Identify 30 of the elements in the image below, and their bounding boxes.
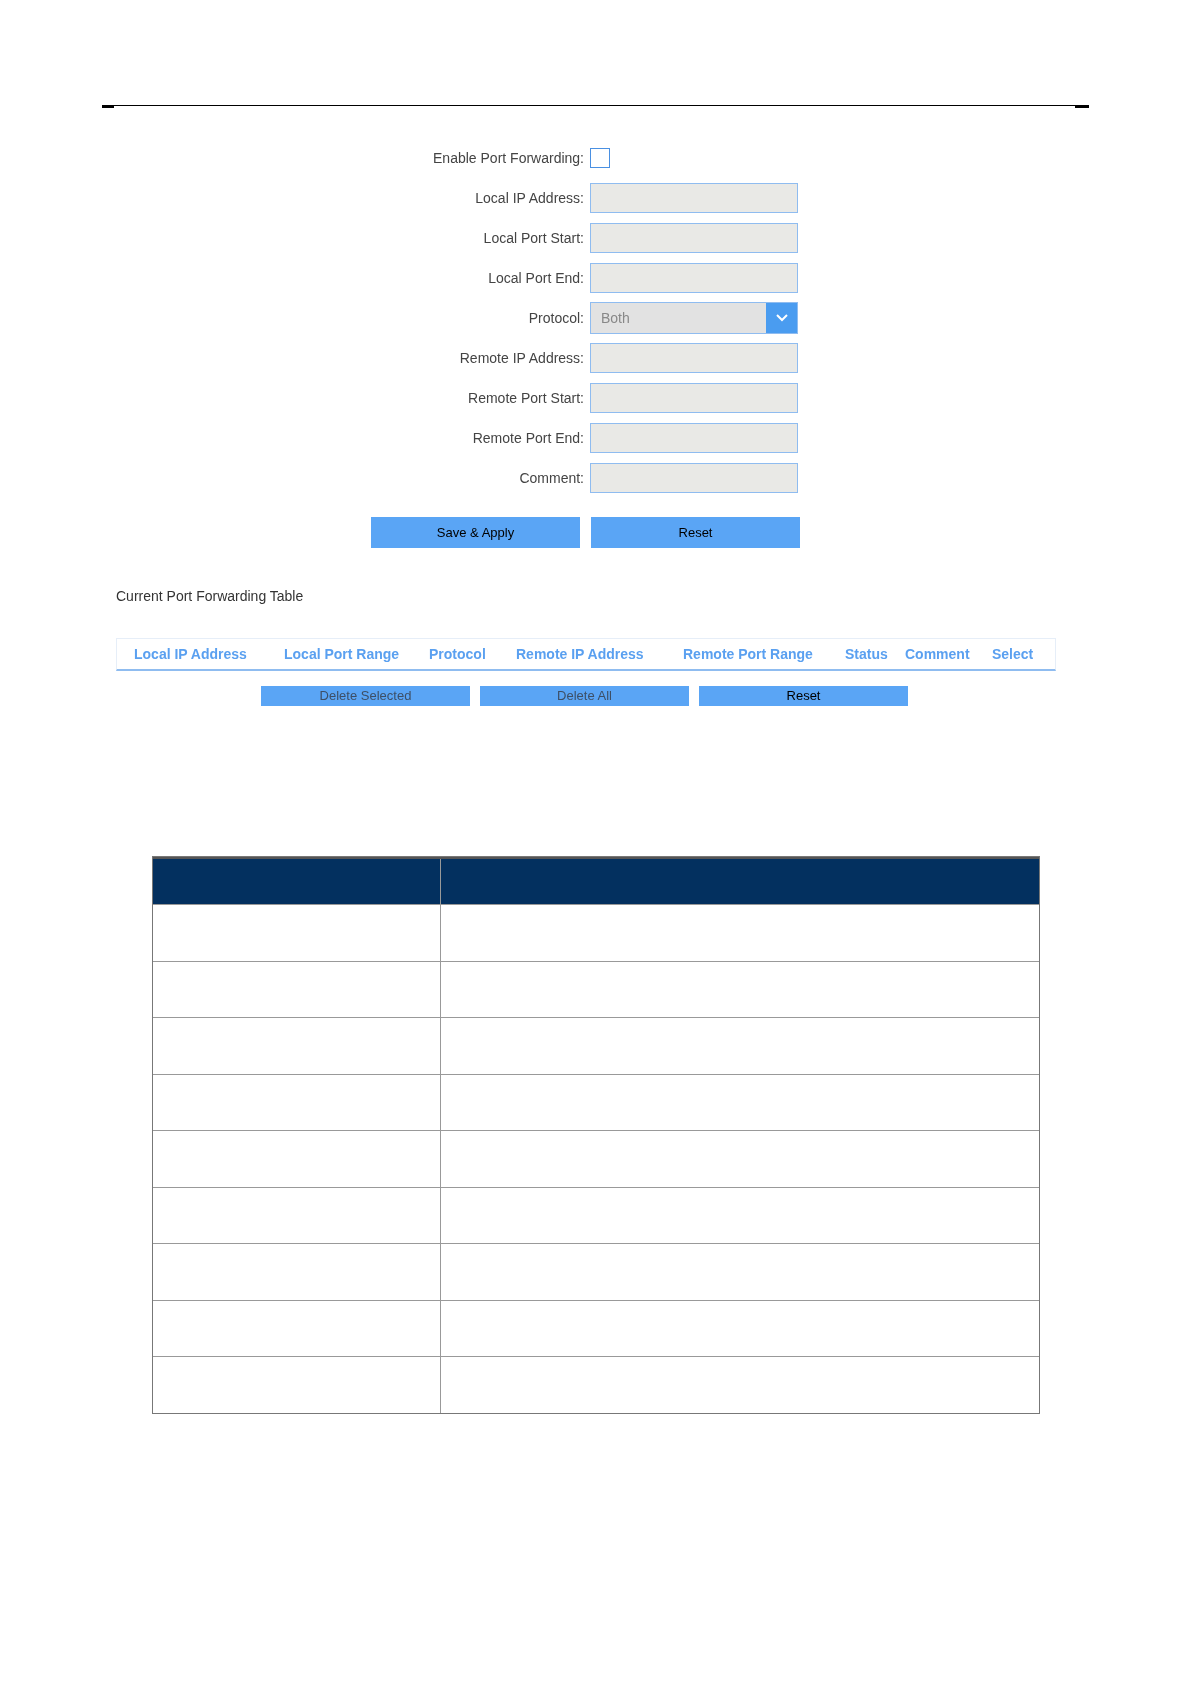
- field-label: Local Port End:: [487, 268, 584, 288]
- column-header: Comment: [905, 646, 970, 662]
- field-label: Enable Port Forwarding:: [432, 148, 584, 168]
- field-label: Local IP Address:: [474, 188, 584, 208]
- button[interactable]: Reset: [591, 517, 800, 548]
- column-header: Status: [845, 646, 888, 662]
- button[interactable]: Save & Apply: [371, 517, 580, 548]
- column-header: Local Port Range: [284, 646, 400, 662]
- field-label: Remote IP Address:: [458, 348, 584, 368]
- column-header: Protocol: [429, 646, 486, 662]
- field-label: Remote Port End:: [471, 428, 584, 448]
- field-label: Local Port Start:: [482, 228, 584, 248]
- input-field[interactable]: [590, 423, 798, 453]
- input-field[interactable]: [590, 263, 798, 293]
- input-field[interactable]: [590, 463, 798, 493]
- field-label: Remote Port Start:: [467, 388, 584, 408]
- chevron-down-icon[interactable]: [766, 303, 797, 333]
- checkbox[interactable]: [590, 148, 610, 168]
- field-label: Protocol:: [527, 308, 584, 328]
- table-title: Current Port Forwarding Table: [116, 588, 304, 604]
- column-header: Local IP Address: [134, 646, 247, 662]
- column-header: Select: [992, 646, 1034, 662]
- input-field[interactable]: [590, 183, 798, 213]
- input-field[interactable]: [590, 343, 798, 373]
- button[interactable]: Reset: [699, 686, 908, 706]
- input-field[interactable]: [590, 383, 798, 413]
- column-header: Remote Port Range: [683, 646, 813, 662]
- input-field[interactable]: [590, 223, 798, 253]
- column-header: Remote IP Address: [516, 646, 644, 662]
- field-label: Comment:: [518, 468, 584, 488]
